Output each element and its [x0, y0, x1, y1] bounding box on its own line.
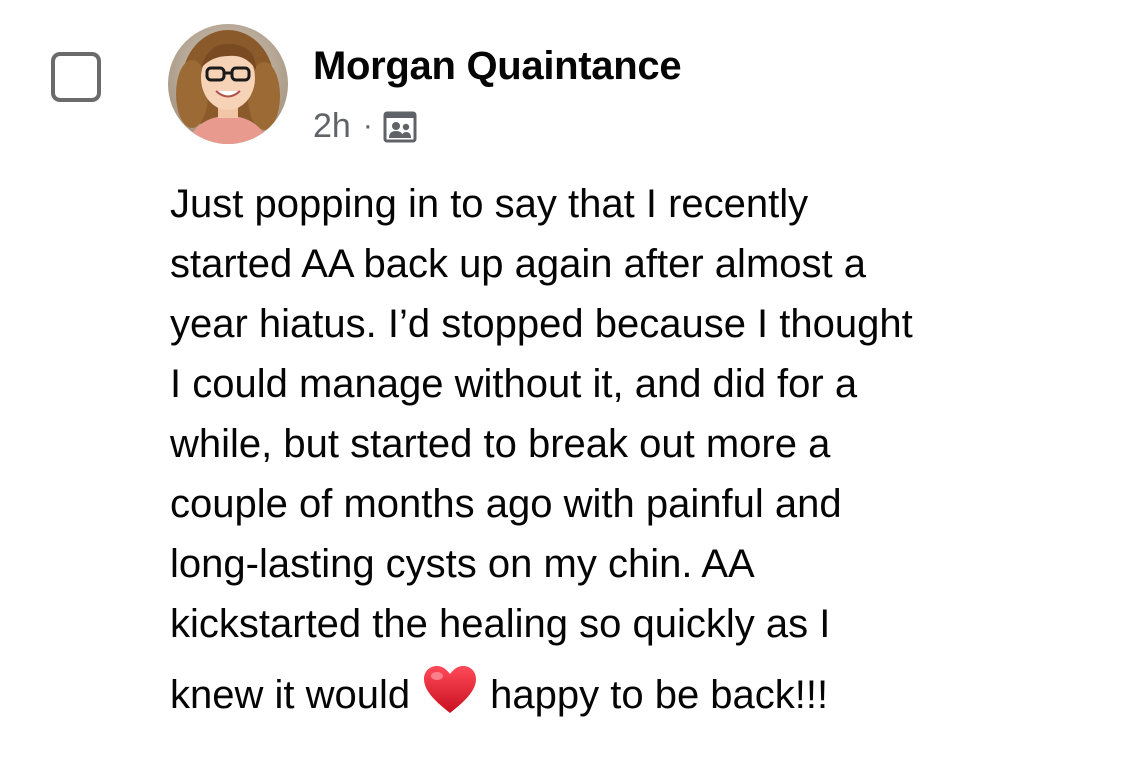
- post-body-line: long-lasting cysts on my chin. AA: [170, 542, 755, 586]
- post-body: Just popping in to say that I recently s…: [170, 174, 1100, 725]
- group-members-icon: [383, 111, 417, 143]
- post-body-line: started AA back up again after almost a: [170, 242, 866, 286]
- post-body-last-line: knew it would happy to be back!!!: [170, 664, 1100, 725]
- avatar[interactable]: [168, 24, 288, 144]
- last-line-after-emoji: happy to be back!!!: [490, 673, 829, 717]
- post-timestamp[interactable]: 2h: [313, 104, 351, 148]
- post-body-line: couple of months ago with painful and: [170, 482, 842, 526]
- last-line-before-emoji: knew it would: [170, 673, 411, 717]
- post-body-line: I could manage without it, and did for a: [170, 362, 858, 406]
- post-body-line: kickstarted the healing so quickly as I: [170, 602, 831, 646]
- meta-separator: ·: [362, 109, 373, 142]
- author-name[interactable]: Morgan Quaintance: [313, 40, 682, 92]
- red-heart-emoji-icon: [424, 666, 477, 713]
- post-body-line: year hiatus. I’d stopped because I thoug…: [170, 302, 913, 346]
- select-post-checkbox[interactable]: [51, 52, 101, 102]
- post-meta: 2h ·: [313, 104, 417, 148]
- post-body-line: while, but started to break out more a: [170, 422, 831, 466]
- post-body-line: Just popping in to say that I recently: [170, 182, 809, 226]
